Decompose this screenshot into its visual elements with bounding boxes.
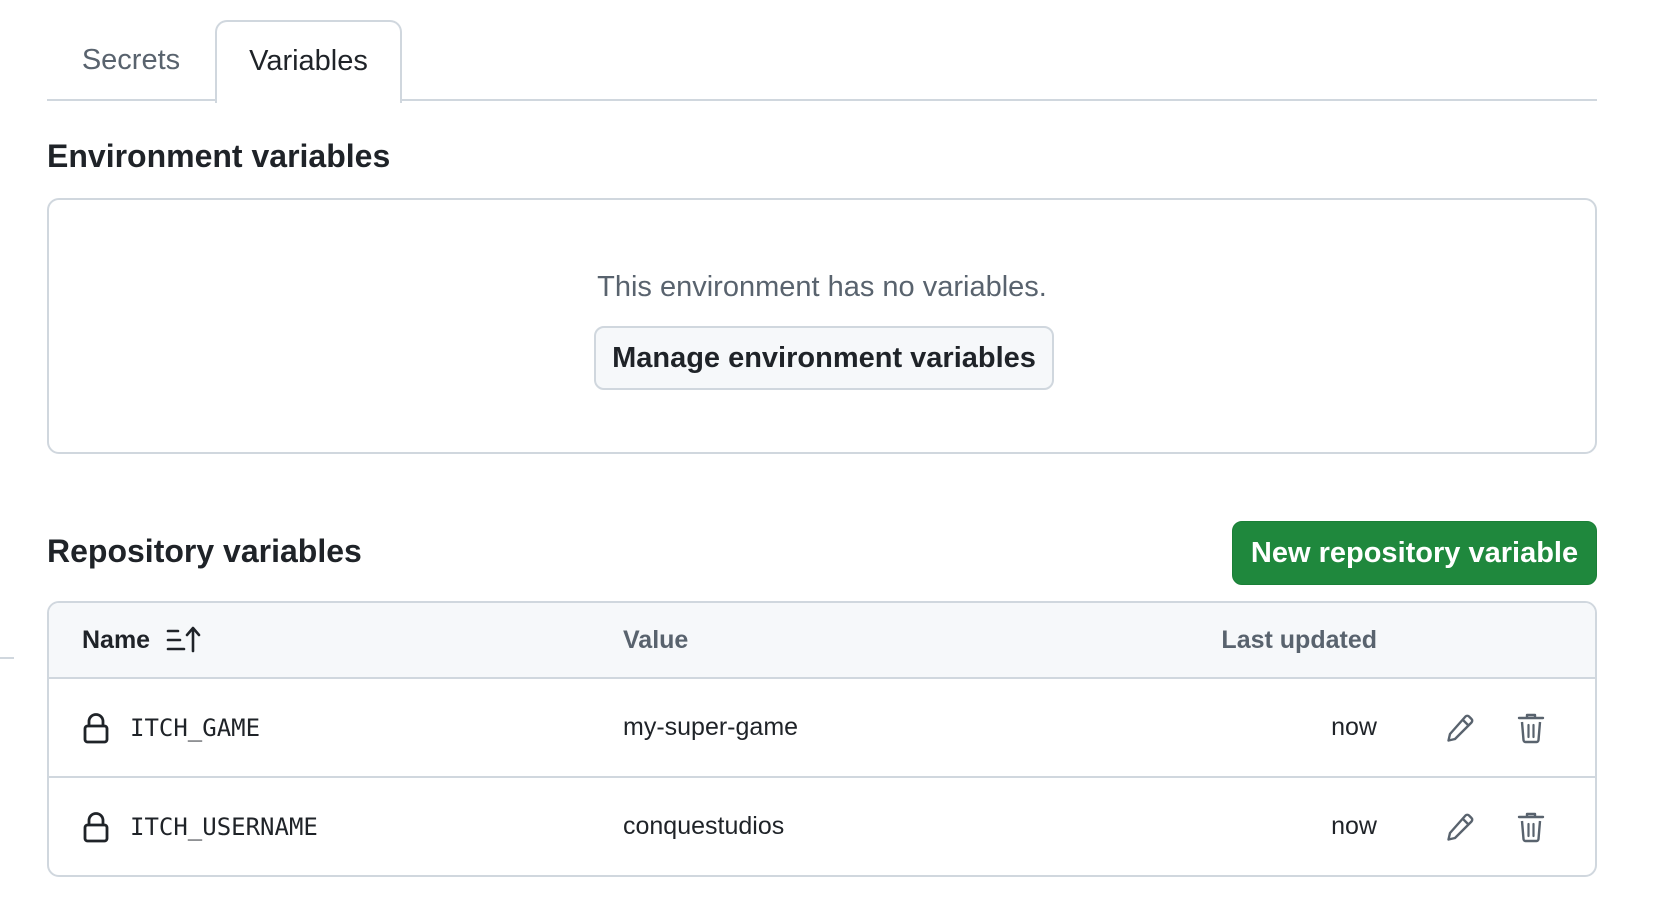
variable-value: my-super-game	[623, 713, 799, 741]
lock-icon	[82, 778, 112, 875]
column-header-name-label: Name	[82, 625, 151, 654]
variable-last-updated: now	[1331, 812, 1377, 840]
pencil-icon[interactable]	[1443, 679, 1477, 776]
column-header-last-updated: Last updated	[1221, 625, 1377, 654]
tab-bar: Secrets Variables	[47, 20, 1597, 103]
trash-icon[interactable]	[1516, 778, 1546, 875]
environment-variables-empty-state: This environment has no variables. Manag…	[47, 198, 1597, 454]
environment-variables-heading: Environment variables	[47, 138, 391, 174]
repository-variables-heading: Repository variables	[47, 533, 362, 569]
tab-secrets[interactable]: Secrets	[47, 20, 215, 101]
divider	[0, 657, 14, 659]
repository-variables-table: Name Value Last updated ITCH_GAME my-sup…	[47, 601, 1597, 877]
new-repository-variable-button[interactable]: New repository variable	[1232, 521, 1597, 585]
table-row: ITCH_USERNAME conquestudios now	[49, 778, 1595, 875]
variable-name: ITCH_USERNAME	[130, 812, 318, 841]
column-header-name: Name	[82, 603, 202, 677]
empty-state-message: This environment has no variables.	[597, 271, 1047, 303]
page: Secrets Variables Environment variables …	[0, 0, 1666, 906]
table-header: Name Value Last updated	[49, 603, 1595, 679]
lock-icon	[82, 679, 112, 776]
trash-icon[interactable]	[1516, 679, 1546, 776]
variable-last-updated: now	[1331, 713, 1377, 741]
variable-value: conquestudios	[623, 812, 785, 840]
tab-variables[interactable]: Variables	[215, 20, 402, 103]
variable-name: ITCH_GAME	[130, 713, 261, 742]
manage-environment-variables-button[interactable]: Manage environment variables	[594, 326, 1054, 390]
table-row: ITCH_GAME my-super-game now	[49, 679, 1595, 778]
pencil-icon[interactable]	[1443, 778, 1477, 875]
column-header-value: Value	[623, 625, 689, 654]
sort-ascending-icon[interactable]	[166, 625, 202, 655]
